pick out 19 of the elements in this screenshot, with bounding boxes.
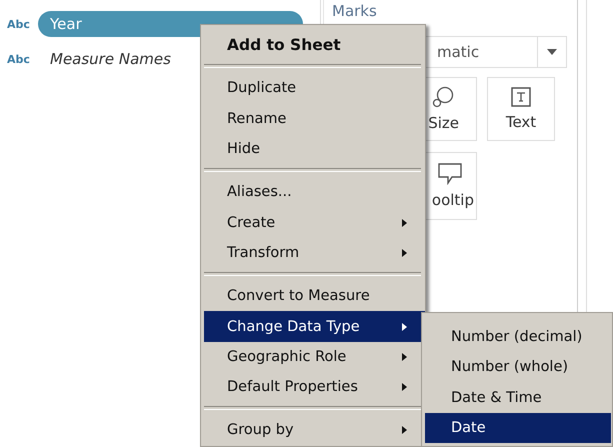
data-type-label: Abc [7,52,31,66]
circles-icon [432,86,454,108]
menu-item[interactable]: Number (decimal) [425,322,611,352]
menu-item[interactable]: Geographic Role [204,342,425,372]
menu-item[interactable]: Group by [204,415,425,446]
field-pill[interactable]: Measure Names [37,50,171,68]
marks-title: Marks [332,2,378,20]
menu-item[interactable]: Date & Time [425,382,611,413]
menu-item[interactable]: Transform [204,238,425,268]
dropdown-arrow-icon [547,49,557,55]
text-box-icon [511,87,531,107]
menu-item[interactable]: Change Data Type [204,311,425,342]
menu-item[interactable]: Number (whole) [425,352,611,383]
menu-item[interactable]: Convert to Measure [204,281,425,312]
speech-bubble-icon [438,163,462,185]
menu-item[interactable]: Date [425,412,611,444]
menu-item[interactable]: Default Properties [204,372,425,402]
mark-card-button[interactable]: Text [487,77,555,141]
data-type-label: Abc [7,18,31,30]
